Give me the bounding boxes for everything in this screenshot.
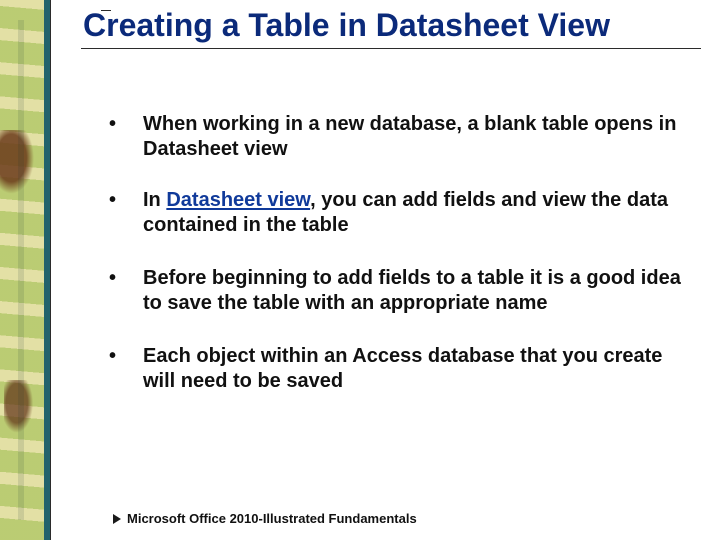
content-area: Creating a Table in Datasheet View • Whe… <box>50 0 720 540</box>
bullet-item: • In Datasheet view, you can add fields … <box>109 188 699 238</box>
bullet-text: When working in a new database, a blank … <box>143 112 699 162</box>
bullet-text-pre: In <box>143 189 166 211</box>
footer: Microsoft Office 2010-Illustrated Fundam… <box>113 511 720 526</box>
bullet-marker: • <box>109 188 143 213</box>
bullet-list: • When working in a new database, a blan… <box>109 112 699 394</box>
bullet-marker: • <box>109 266 143 291</box>
footer-text: Microsoft Office 2010-Illustrated Fundam… <box>127 511 417 526</box>
decorative-left-strip <box>0 0 50 540</box>
slide-title: Creating a Table in Datasheet View <box>83 8 701 44</box>
bullet-marker: • <box>109 344 143 369</box>
slide: Creating a Table in Datasheet View • Whe… <box>0 0 720 540</box>
bullet-item: • When working in a new database, a blan… <box>109 112 699 162</box>
bullet-marker: • <box>109 112 143 137</box>
footer-left: Microsoft Office 2010-Illustrated Fundam… <box>113 511 417 526</box>
bullet-text: In Datasheet view, you can add fields an… <box>143 188 699 238</box>
bullet-item: • Each object within an Access database … <box>109 344 699 394</box>
strip-texture <box>0 0 50 540</box>
bullet-text: Before beginning to add fields to a tabl… <box>143 266 699 316</box>
strip-crack <box>18 20 24 520</box>
title-container: Creating a Table in Datasheet View <box>81 6 701 49</box>
bullet-text: Each object within an Access database th… <box>143 344 699 394</box>
bullet-item: • Before beginning to add fields to a ta… <box>109 266 699 316</box>
play-icon <box>113 514 121 524</box>
datasheet-view-link[interactable]: Datasheet view <box>166 189 310 211</box>
